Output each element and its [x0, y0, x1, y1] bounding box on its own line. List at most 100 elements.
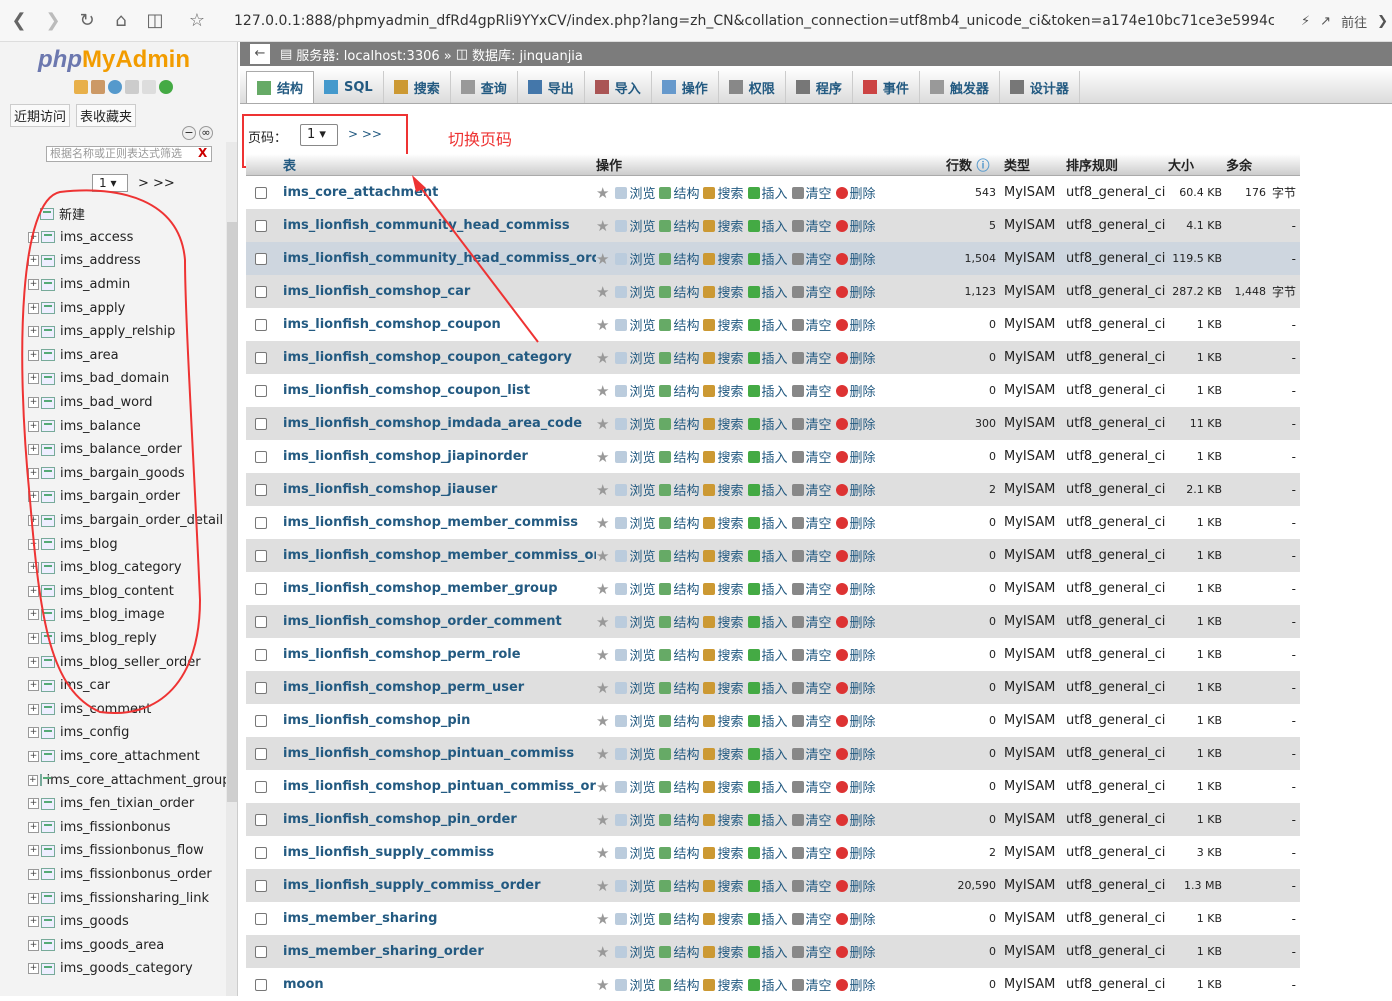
- action-structure[interactable]: 结构: [659, 315, 699, 334]
- tab-0[interactable]: 结构: [246, 71, 315, 103]
- collapse-all-icon[interactable]: −: [182, 126, 196, 140]
- action-empty[interactable]: 清空: [791, 249, 832, 268]
- action-insert[interactable]: 插入: [747, 744, 788, 763]
- action-structure[interactable]: 结构: [659, 579, 699, 598]
- sidebar-table-item[interactable]: + ims_bad_word: [28, 391, 228, 415]
- action-browse[interactable]: 浏览: [615, 282, 655, 301]
- help-icon[interactable]: [108, 80, 122, 94]
- action-empty[interactable]: 清空: [791, 942, 832, 961]
- action-insert[interactable]: 插入: [747, 315, 788, 334]
- sidebar-table-item[interactable]: + ims_bargain_order: [28, 485, 228, 509]
- expand-icon[interactable]: +: [28, 302, 39, 314]
- sidebar-table-item[interactable]: + ims_apply_relship: [28, 320, 228, 344]
- action-search[interactable]: 搜索: [703, 480, 744, 499]
- row-size[interactable]: 119.5 KB: [1168, 252, 1226, 265]
- action-structure[interactable]: 结构: [659, 810, 699, 829]
- action-drop[interactable]: 删除: [835, 579, 876, 598]
- action-empty[interactable]: 清空: [791, 282, 832, 301]
- action-empty[interactable]: 清空: [791, 216, 832, 235]
- home-icon[interactable]: [74, 80, 88, 94]
- action-drop[interactable]: 删除: [835, 711, 876, 730]
- favorite-star-icon[interactable]: ★: [596, 415, 609, 433]
- favorite-star-icon[interactable]: ★: [596, 448, 609, 466]
- action-structure[interactable]: 结构: [659, 546, 699, 565]
- action-insert[interactable]: 插入: [747, 909, 788, 928]
- sidebar-table-item[interactable]: + ims_fissionbonus: [28, 815, 228, 839]
- help-icon[interactable]: ⓘ: [977, 159, 990, 174]
- sidebar-table-item[interactable]: + ims_bargain_goods: [28, 462, 228, 486]
- settings-icon[interactable]: [142, 80, 156, 94]
- action-insert[interactable]: 插入: [747, 975, 788, 994]
- sidebar-table-item[interactable]: + ims_balance_order: [28, 438, 228, 462]
- action-browse[interactable]: 浏览: [615, 414, 655, 433]
- action-structure[interactable]: 结构: [659, 381, 699, 400]
- favorite-star-icon[interactable]: ★: [596, 811, 609, 829]
- action-empty[interactable]: 清空: [791, 315, 832, 334]
- action-search[interactable]: 搜索: [703, 513, 744, 532]
- action-browse[interactable]: 浏览: [615, 975, 655, 994]
- action-insert[interactable]: 插入: [747, 843, 788, 862]
- expand-icon[interactable]: +: [28, 703, 39, 715]
- action-search[interactable]: 搜索: [703, 579, 744, 598]
- action-insert[interactable]: 插入: [747, 414, 788, 433]
- header-table[interactable]: 表: [276, 155, 596, 174]
- row-size[interactable]: 1 KB: [1168, 780, 1226, 793]
- sidebar-table-item[interactable]: + ims_fissionbonus_order: [28, 863, 228, 887]
- table-name-link[interactable]: ims_lionfish_comshop_order_comment: [276, 614, 596, 629]
- expand-icon[interactable]: +: [28, 939, 39, 951]
- action-empty[interactable]: 清空: [791, 810, 832, 829]
- table-name-link[interactable]: ims_lionfish_comshop_jiapinorder: [276, 449, 596, 464]
- action-search[interactable]: 搜索: [703, 249, 744, 268]
- row-size[interactable]: 1 KB: [1168, 351, 1226, 364]
- action-browse[interactable]: 浏览: [615, 513, 655, 532]
- expand-icon[interactable]: +: [28, 632, 39, 644]
- row-checkbox[interactable]: [246, 582, 276, 595]
- menu-icon[interactable]: ❯: [1377, 14, 1388, 29]
- table-name-link[interactable]: ims_lionfish_comshop_member_group: [276, 581, 596, 596]
- action-drop[interactable]: 删除: [835, 975, 876, 994]
- expand-icon[interactable]: +: [28, 916, 39, 928]
- favorite-star-icon[interactable]: ★: [596, 646, 609, 664]
- expand-icon[interactable]: +: [28, 845, 39, 857]
- favorite-star-icon[interactable]: ★: [596, 316, 609, 334]
- tab-8[interactable]: 程序: [786, 71, 853, 103]
- action-browse[interactable]: 浏览: [615, 876, 655, 895]
- bookmark-star-icon[interactable]: ☆: [182, 6, 212, 36]
- expand-icon[interactable]: +: [28, 750, 39, 762]
- row-checkbox[interactable]: [246, 846, 276, 859]
- nav-next-page[interactable]: > >>: [138, 176, 175, 191]
- sidebar-table-item[interactable]: + ims_apply: [28, 296, 228, 320]
- row-size[interactable]: 1 KB: [1168, 714, 1226, 727]
- row-checkbox[interactable]: [246, 747, 276, 760]
- action-browse[interactable]: 浏览: [615, 546, 655, 565]
- table-name-link[interactable]: ims_lionfish_comshop_imdada_area_code: [276, 416, 596, 431]
- action-search[interactable]: 搜索: [703, 216, 744, 235]
- sidebar-table-item[interactable]: + ims_bargain_order_detail: [28, 509, 228, 533]
- action-insert[interactable]: 插入: [747, 711, 788, 730]
- favorite-star-icon[interactable]: ★: [596, 613, 609, 631]
- sidebar-table-item[interactable]: + ims_blog_seller_order: [28, 650, 228, 674]
- action-empty[interactable]: 清空: [791, 711, 832, 730]
- action-search[interactable]: 搜索: [703, 645, 744, 664]
- action-search[interactable]: 搜索: [703, 315, 744, 334]
- action-search[interactable]: 搜索: [703, 381, 744, 400]
- action-drop[interactable]: 删除: [835, 381, 876, 400]
- action-browse[interactable]: 浏览: [615, 942, 655, 961]
- sidebar-table-item[interactable]: + ims_blog_reply: [28, 627, 228, 651]
- row-size[interactable]: 287.2 KB: [1168, 285, 1226, 298]
- row-checkbox[interactable]: [246, 714, 276, 727]
- action-insert[interactable]: 插入: [747, 249, 788, 268]
- sidebar-table-item[interactable]: + ims_comment: [28, 697, 228, 721]
- link-icon[interactable]: ∞: [199, 126, 213, 140]
- row-checkbox[interactable]: [246, 318, 276, 331]
- action-search[interactable]: 搜索: [703, 777, 744, 796]
- expand-icon[interactable]: +: [28, 798, 39, 810]
- row-checkbox[interactable]: [246, 912, 276, 925]
- action-structure[interactable]: 结构: [659, 711, 699, 730]
- table-name-link[interactable]: ims_lionfish_comshop_jiauser: [276, 482, 596, 497]
- row-checkbox[interactable]: [246, 681, 276, 694]
- action-drop[interactable]: 删除: [835, 612, 876, 631]
- action-drop[interactable]: 删除: [835, 348, 876, 367]
- action-structure[interactable]: 结构: [659, 249, 699, 268]
- table-name-link[interactable]: ims_lionfish_comshop_perm_role: [276, 647, 596, 662]
